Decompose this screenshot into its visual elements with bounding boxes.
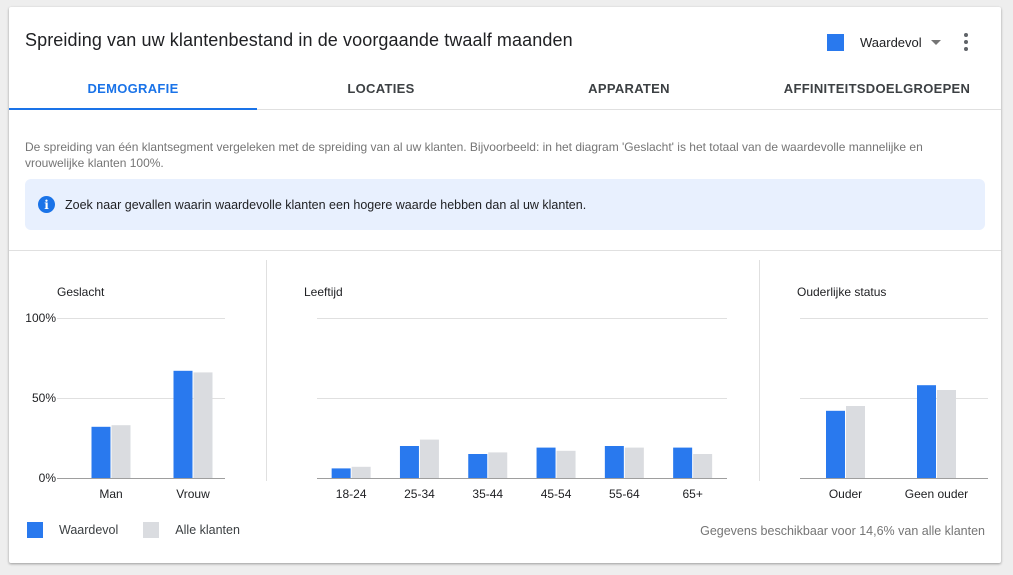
category-label: 65+ [682,487,702,501]
legend-label: Alle klanten [175,523,240,537]
segment-dropdown-label: Waardevol [860,34,922,50]
category-label: Ouder [829,487,862,501]
legend-swatch-all [143,522,160,538]
bar-valuable[interactable] [604,446,624,478]
bar-valuable[interactable] [173,370,193,478]
bar-all-customers[interactable] [193,372,213,478]
bar-all-customers[interactable] [488,452,508,478]
bar-valuable[interactable] [331,468,351,478]
bar-all-customers[interactable] [351,466,371,478]
age-chart: 18-24 25-34 35-44 45-54 55-64 65+ [317,318,727,501]
y-tick-label: 0% [39,471,57,485]
more-options-icon[interactable] [957,31,975,53]
bar-valuable[interactable] [536,447,556,478]
bar-all-customers[interactable] [111,425,131,478]
tab-bar: DEMOGRAFIE LOCATIES APPARATEN AFFINITEIT… [9,67,1001,110]
bar-valuable[interactable] [673,447,693,478]
chart-title-gender: Geslacht [57,285,105,299]
info-icon: i [38,196,55,213]
distribution-card: Spreiding van uw klantenbestand in de vo… [9,7,1001,563]
category-label: 35-44 [472,487,503,501]
tab-apparaten[interactable]: APPARATEN [505,67,753,109]
legend-item-all: Alle klanten [143,522,240,538]
bar-valuable[interactable] [91,426,111,478]
bar-valuable[interactable] [468,454,488,478]
legend-item-valuable: Waardevol [27,522,118,538]
category-label: Geen ouder [905,487,968,501]
chart-title-age: Leeftijd [304,285,343,299]
category-label: Vrouw [176,487,210,501]
legend-swatch-valuable [27,522,43,538]
bar-all-customers[interactable] [937,390,956,478]
segment-dropdown[interactable]: Waardevol [827,31,942,53]
legend-label: Waardevol [59,523,119,537]
bar-all-customers[interactable] [693,454,713,478]
chart-title-parental: Ouderlijke status [797,285,887,299]
info-banner: i Zoek naar gevallen waarin waardevolle … [25,179,985,230]
card-title: Spreiding van uw klantenbestand in de vo… [25,30,573,50]
tab-demografie[interactable]: DEMOGRAFIE [9,67,257,110]
bar-valuable[interactable] [826,410,845,478]
bar-valuable[interactable] [399,446,419,478]
category-label: Man [99,487,122,501]
info-text: Zoek naar gevallen waarin waardevolle kl… [65,197,587,212]
chart-legend: Waardevol Alle klanten [27,522,265,538]
bar-all-customers[interactable] [419,439,439,478]
category-label: 25-34 [404,487,435,501]
bar-valuable[interactable] [917,385,936,478]
bar-all-customers[interactable] [624,447,644,478]
y-tick-label: 100% [25,311,56,325]
y-tick-label: 50% [32,391,56,405]
description-text: De spreiding van één klantsegment vergel… [25,140,923,170]
chart-divider [759,260,760,481]
category-label: 45-54 [541,487,572,501]
section-divider [9,250,1001,251]
caret-down-icon [930,39,941,45]
category-label: 55-64 [609,487,640,501]
bar-all-customers[interactable] [556,450,576,478]
data-availability-note: Gegevens beschikbaar voor 14,6% van alle… [700,524,985,538]
segment-color-swatch [827,33,844,51]
parental-status-chart: Ouder Geen ouder [800,318,988,501]
chart-divider [266,260,267,481]
tab-locaties[interactable]: LOCATIES [257,67,505,109]
bar-all-customers[interactable] [846,406,865,478]
category-label: 18-24 [336,487,367,501]
tab-affiniteitsdoelgroepen[interactable]: AFFINITEITSDOELGROEPEN [753,67,1001,109]
gender-chart: 100% 50% 0% Man Vrouw [25,311,225,501]
